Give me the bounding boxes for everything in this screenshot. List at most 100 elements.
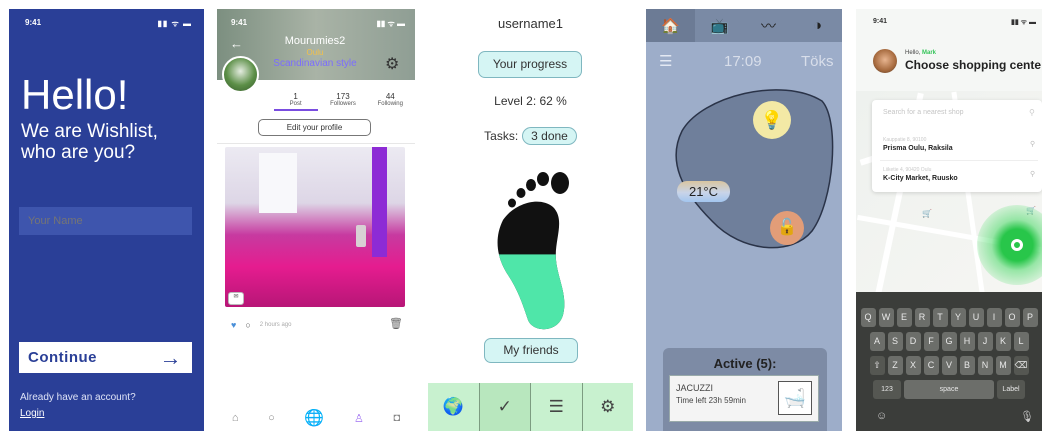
key[interactable]: Q — [860, 308, 876, 327]
status-bar: 9:41 ▮▮ ᯤ ▬ — [873, 18, 1036, 27]
level-text: Level 2: 62 % — [494, 94, 567, 108]
active-devices-panel: Active (5): JACUZZI Time left 23h 59min … — [663, 348, 827, 431]
comment-bubble-icon[interactable]: ✉ — [228, 292, 244, 305]
key[interactable]: M — [995, 356, 1011, 375]
key[interactable]: V — [941, 356, 957, 375]
stat-value: 173 — [336, 92, 350, 101]
chart-icon[interactable]: 〰 — [744, 9, 793, 42]
back-arrow-icon[interactable]: ← — [230, 36, 243, 51]
key[interactable]: S — [887, 332, 903, 351]
key[interactable]: B — [959, 356, 975, 375]
tab-list[interactable]: ☰ — [531, 383, 583, 431]
key[interactable]: J — [977, 332, 993, 351]
active-device-card[interactable]: JACUZZI Time left 23h 59min 🛁 — [669, 375, 819, 422]
lightbulb-icon[interactable]: 💡 — [753, 101, 791, 139]
person-icon[interactable]: ♙ — [354, 412, 364, 425]
stat-followers[interactable]: 173 Followers — [321, 92, 365, 111]
greeting-name: Mark — [922, 50, 937, 56]
key[interactable]: N — [977, 356, 993, 375]
search-icon[interactable]: ⚲ — [1029, 108, 1035, 117]
page-title: Choose shopping cente — [905, 58, 1042, 72]
key[interactable]: I — [986, 308, 1002, 327]
stat-label: Following — [377, 101, 403, 107]
current-location-dot[interactable] — [1011, 239, 1023, 251]
tab-settings[interactable]: ⚙ — [583, 383, 634, 431]
shop-name[interactable]: K-City Market, Ruusko — [883, 175, 958, 182]
key[interactable]: G — [941, 332, 957, 351]
status-time: 9:41 — [873, 18, 888, 25]
avatar[interactable] — [222, 56, 259, 93]
tab-globe[interactable]: 🌍 — [428, 383, 480, 431]
stat-following[interactable]: 44 Following — [368, 92, 412, 111]
comment-icon[interactable]: ○ — [245, 320, 250, 330]
stat-posts[interactable]: 1 Post — [273, 92, 318, 111]
post-photo[interactable] — [225, 147, 405, 307]
smart-home-screen: 🏠 📺 〰 ◑ ☰ 17:09 Töks 21°C 💡 🔓 Active (5)… — [646, 9, 842, 431]
device-time-left: Time left 23h 59min — [676, 396, 746, 405]
numbers-key[interactable]: 123 — [873, 380, 901, 399]
unlock-icon[interactable]: 🔓 — [770, 211, 804, 245]
key[interactable]: U — [968, 308, 984, 327]
key[interactable]: X — [905, 356, 921, 375]
home-icon[interactable]: ⌂ — [232, 412, 239, 424]
login-link[interactable]: Login — [20, 408, 44, 419]
search-input[interactable]: Search for a nearest shop — [883, 109, 964, 116]
key[interactable]: H — [959, 332, 975, 351]
continue-button[interactable]: Continue → — [19, 342, 192, 373]
search-icon[interactable]: ○ — [268, 412, 275, 424]
keyboard-row-1: Q W E R T Y U I O P — [856, 308, 1042, 327]
your-progress-button[interactable]: Your progress — [478, 51, 582, 78]
space-key[interactable]: space — [904, 380, 994, 399]
theme-icon[interactable]: ◑ — [793, 9, 842, 42]
home-icon[interactable]: 🏠 — [646, 9, 695, 42]
microphone-icon[interactable]: 🎙 — [1020, 410, 1034, 423]
key[interactable]: E — [896, 308, 912, 327]
pin-icon[interactable]: ⚲ — [1030, 140, 1035, 148]
key[interactable]: Z — [887, 356, 903, 375]
cart-icon[interactable]: 🛒 — [922, 209, 932, 218]
photo-window — [259, 153, 297, 213]
label-key[interactable]: Label — [997, 380, 1025, 399]
post-time: 2 hours ago — [259, 322, 292, 328]
key[interactable]: F — [923, 332, 939, 351]
pin-icon[interactable]: ⚲ — [1030, 170, 1035, 178]
trash-icon[interactable]: 🗑 — [389, 317, 403, 330]
key[interactable]: C — [923, 356, 939, 375]
key[interactable]: O — [1004, 308, 1020, 327]
camera-icon[interactable]: ◘ — [393, 412, 400, 424]
tasks-badge[interactable]: 3 done — [522, 127, 577, 145]
menu-icon[interactable]: ☰ — [659, 52, 672, 70]
gear-icon[interactable]: ⚙ — [385, 54, 399, 74]
bottom-nav: ⌂ ○ 🌐 ♙ ◘ — [217, 408, 415, 428]
shift-key[interactable]: ⇧ — [869, 356, 885, 375]
backspace-key[interactable]: ⌫ — [1013, 356, 1029, 375]
profile-city: Oulu — [306, 48, 324, 57]
emoji-icon[interactable]: ☺ — [876, 410, 887, 422]
key[interactable]: D — [905, 332, 921, 351]
key[interactable]: W — [878, 308, 894, 327]
divider — [880, 160, 1038, 161]
tasks-row: Tasks: 3 done — [428, 127, 633, 145]
my-friends-button[interactable]: My friends — [484, 338, 578, 363]
tv-icon[interactable]: 📺 — [695, 9, 744, 42]
globe-icon[interactable]: 🌐 — [304, 408, 324, 428]
key[interactable]: K — [995, 332, 1011, 351]
temperature-badge[interactable]: 21°C — [677, 181, 730, 202]
edit-profile-button[interactable]: Edit your profile — [258, 119, 371, 136]
key[interactable]: A — [869, 332, 885, 351]
name-input[interactable] — [19, 207, 192, 235]
key[interactable]: Y — [950, 308, 966, 327]
key[interactable]: L — [1013, 332, 1029, 351]
key[interactable]: T — [932, 308, 948, 327]
stat-label: Followers — [330, 101, 356, 107]
photo-curtain — [372, 147, 387, 257]
key[interactable]: P — [1022, 308, 1038, 327]
avatar[interactable] — [873, 49, 897, 73]
key[interactable]: R — [914, 308, 930, 327]
photo-vase — [356, 225, 366, 247]
tab-check[interactable]: ✓ — [479, 383, 531, 431]
room-blob — [675, 89, 834, 249]
shop-name[interactable]: Prisma Oulu, Raksila — [883, 145, 953, 152]
toe-3 — [526, 179, 536, 191]
heart-icon[interactable]: ♥ — [231, 320, 236, 330]
